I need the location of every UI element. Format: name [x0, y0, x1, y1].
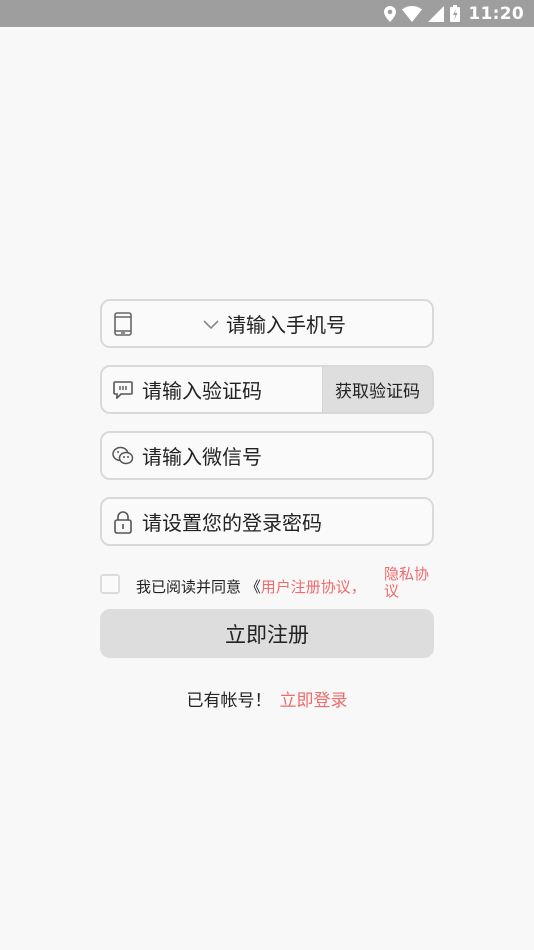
chevron-down-icon[interactable]: [203, 315, 219, 334]
agreement-text: 我已阅读并同意 《用户注册协议，: [136, 576, 366, 597]
phone-field[interactable]: 请输入手机号: [100, 299, 434, 348]
lock-icon: [112, 510, 134, 534]
password-input[interactable]: 请设置您的登录密码: [142, 507, 322, 536]
privacy-policy-link[interactable]: 隐私协议: [384, 566, 438, 600]
status-time: 11:20: [468, 3, 524, 24]
agreement-row: 我已阅读并同意 《用户注册协议， 隐私协议: [100, 566, 440, 602]
login-row: 已有帐号！ 立即登录: [0, 686, 534, 711]
location-icon: [384, 5, 397, 22]
wechat-input[interactable]: 请输入微信号: [142, 441, 262, 470]
phone-icon: [112, 311, 134, 336]
code-input[interactable]: 请输入验证码: [142, 375, 262, 404]
user-agreement-link[interactable]: 用户注册协议，: [261, 578, 366, 596]
get-code-button[interactable]: 获取验证码: [322, 367, 432, 412]
battery-icon: [450, 5, 461, 22]
wechat-field[interactable]: 请输入微信号: [100, 431, 434, 480]
password-field[interactable]: 请设置您的登录密码: [100, 497, 434, 546]
wifi-icon: [402, 5, 423, 22]
agreement-checkbox[interactable]: [100, 574, 120, 594]
message-icon: [112, 378, 134, 402]
register-button[interactable]: 立即注册: [100, 609, 434, 658]
wechat-icon: [112, 444, 134, 468]
status-bar: 11:20: [0, 0, 534, 27]
signal-icon: [428, 5, 445, 22]
phone-input[interactable]: 请输入手机号: [226, 309, 346, 338]
login-link[interactable]: 立即登录: [280, 691, 348, 711]
code-field[interactable]: 请输入验证码 获取验证码: [100, 365, 434, 414]
agreement-prefix: 我已阅读并同意 《: [136, 578, 261, 596]
login-prompt: 已有帐号！: [186, 691, 272, 711]
